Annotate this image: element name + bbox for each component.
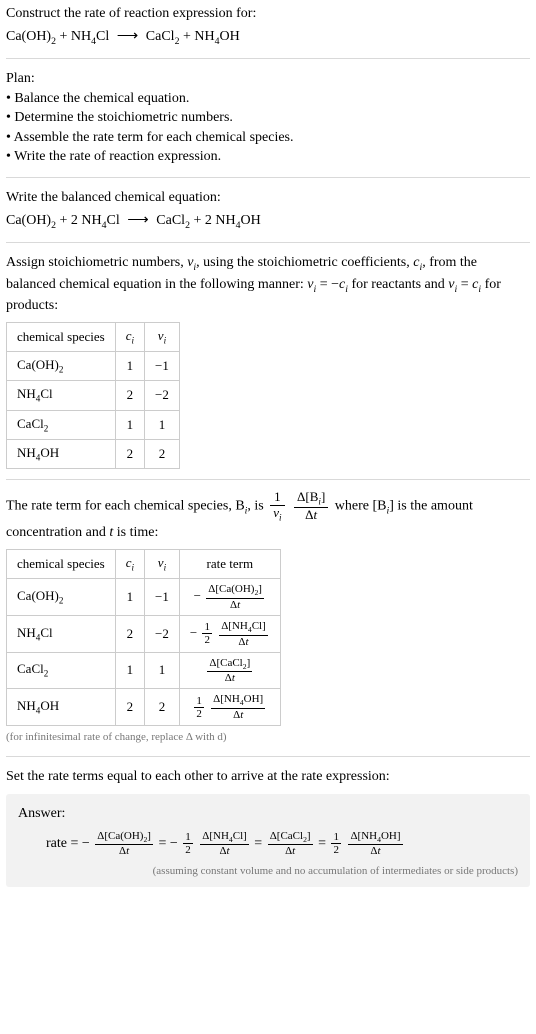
plan-item: • Assemble the rate term for each chemic… [6,128,530,148]
document-page: Construct the rate of reaction expressio… [0,0,536,891]
table-row: CaCl211Δ[CaCl2]Δt [7,652,281,689]
divider [6,58,530,59]
balanced-equation: Ca(OH)2 + 2 NH4Cl ⟶ CaCl2 + 2 NH4OH [6,208,530,233]
subscript-i: i [279,513,282,523]
t-var: t [314,507,318,522]
text: is time: [113,525,158,540]
col-v: νi [145,549,180,578]
col-c: ci [115,549,144,578]
divider [6,242,530,243]
answer-note: (assuming constant volume and no accumul… [18,864,518,879]
col-species: chemical species [7,549,116,578]
col-species: chemical species [7,322,116,351]
infinitesimal-note: (for infinitesimal rate of change, repla… [6,730,530,745]
set-equal-text: Set the rate terms equal to each other t… [6,767,530,787]
table-row: NH4Cl2−2− 12 Δ[NH4Cl]Δt [7,615,281,652]
cell-species: NH4OH [7,440,116,469]
plan-item: • Determine the stoichiometric numbers. [6,108,530,128]
subscript-i: i [318,497,321,507]
cell-species: Ca(OH)2 [7,579,116,616]
table-header-row: chemical species ci νi [7,322,180,351]
cell-v: −1 [145,579,180,616]
text: , is [247,499,267,514]
title: Construct the rate of reaction expressio… [6,4,530,24]
table-row: NH4OH2212 Δ[NH4OH]Δt [7,689,281,726]
cell-c: 1 [115,652,144,689]
cell-c: 2 [115,381,144,410]
balanced-intro: Write the balanced chemical equation: [6,188,530,208]
divider [6,479,530,480]
plan-header: Plan: [6,69,530,89]
answer-label: Answer: [18,804,518,824]
cell-species: CaCl2 [7,410,116,439]
cell-c: 1 [115,352,144,381]
cell-rate-term: Δ[CaCl2]Δt [179,652,280,689]
table-header-row: chemical species ci νi rate term [7,549,281,578]
answer-box: Answer: rate = − Δ[Ca(OH)2]Δt = − 12 Δ[N… [6,794,530,887]
col-c: ci [115,322,144,351]
cell-v: −1 [145,352,180,381]
answer-equation: rate = − Δ[Ca(OH)2]Δt = − 12 Δ[NH4Cl]Δt … [18,830,518,858]
cell-c: 1 [115,410,144,439]
divider [6,756,530,757]
col-rate-term: rate term [179,549,280,578]
cell-rate-term: − Δ[Ca(OH)2]Δt [179,579,280,616]
divider [6,177,530,178]
cell-rate-term: − 12 Δ[NH4Cl]Δt [179,615,280,652]
cell-species: NH4Cl [7,615,116,652]
cell-v: −2 [145,615,180,652]
table-row: Ca(OH)21−1 [7,352,180,381]
stoich-intro: Assign stoichiometric numbers, νi, using… [6,253,530,316]
cell-v: 2 [145,440,180,469]
rateterm-table: chemical species ci νi rate term Ca(OH)2… [6,549,281,726]
one-over-nu-frac: 1νi [267,490,287,523]
table-row: NH4OH22 [7,440,180,469]
cell-v: 1 [145,652,180,689]
col-v: νi [145,322,180,351]
cell-c: 1 [115,579,144,616]
cell-c: 2 [115,615,144,652]
table-row: CaCl211 [7,410,180,439]
plan-item: • Write the rate of reaction expression. [6,147,530,167]
cell-v: −2 [145,381,180,410]
cell-c: 2 [115,440,144,469]
cell-rate-term: 12 Δ[NH4OH]Δt [179,689,280,726]
rateterm-intro: The rate term for each chemical species,… [6,490,530,543]
unbalanced-equation: Ca(OH)2 + NH4Cl ⟶ CaCl2 + NH4OH [6,24,530,49]
text: The rate term for each chemical species,… [6,499,245,514]
cell-species: NH4Cl [7,381,116,410]
table-row: Ca(OH)21−1− Δ[Ca(OH)2]Δt [7,579,281,616]
table-row: NH4Cl2−2 [7,381,180,410]
stoich-table: chemical species ci νi Ca(OH)21−1 NH4Cl2… [6,322,180,470]
cell-species: NH4OH [7,689,116,726]
cell-v: 1 [145,410,180,439]
cell-species: CaCl2 [7,652,116,689]
delta-bi-frac: Δ[Bi]Δt [291,490,331,523]
cell-v: 2 [145,689,180,726]
plan-item: • Balance the chemical equation. [6,89,530,109]
cell-species: Ca(OH)2 [7,352,116,381]
text: where [B [335,499,387,514]
cell-c: 2 [115,689,144,726]
